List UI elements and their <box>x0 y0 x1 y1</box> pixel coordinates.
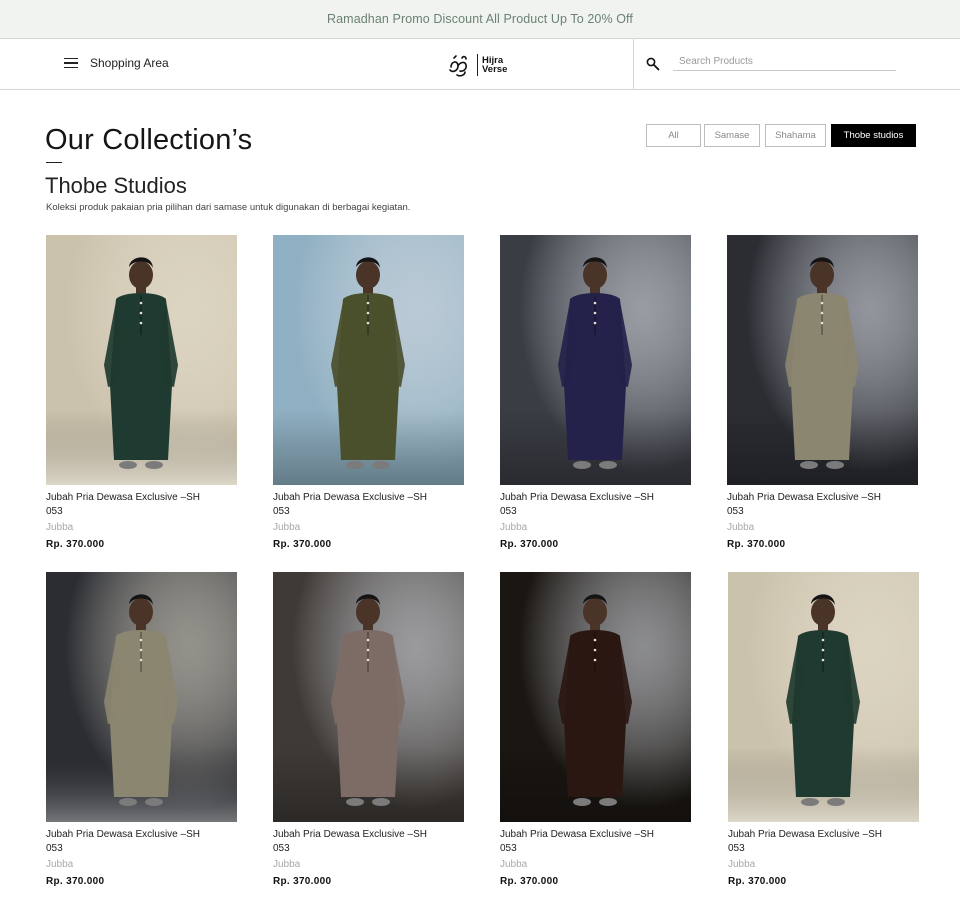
shopping-area-link[interactable]: Shopping Area <box>90 56 169 70</box>
product-photo <box>728 572 919 822</box>
product-photo <box>273 235 464 485</box>
product-photo <box>500 235 691 485</box>
title-underline <box>46 162 62 163</box>
product-image[interactable] <box>500 235 691 485</box>
product-category: Jubba <box>273 859 301 870</box>
product-card[interactable]: Jubah Pria Dewasa Exclusive –SH 053 Jubb… <box>46 572 238 889</box>
product-price: Rp. 370.000 <box>728 876 787 887</box>
product-photo <box>273 572 464 822</box>
product-category: Jubba <box>500 859 528 870</box>
collection-description: Koleksi produk pakaian pria pilihan dari… <box>46 202 411 213</box>
product-image[interactable] <box>46 235 237 485</box>
product-price: Rp. 370.000 <box>500 876 559 887</box>
product-image[interactable] <box>500 572 691 822</box>
collection-subtitle: Thobe Studios <box>45 173 187 198</box>
product-category: Jubba <box>727 522 755 533</box>
product-category: Jubba <box>46 859 74 870</box>
search-icon[interactable] <box>646 57 660 71</box>
product-card[interactable]: Jubah Pria Dewasa Exclusive –SH 053 Jubb… <box>46 235 238 552</box>
product-name[interactable]: Jubah Pria Dewasa Exclusive –SH 053 <box>46 828 238 856</box>
product-price: Rp. 370.000 <box>727 539 786 550</box>
product-image[interactable] <box>728 572 919 822</box>
product-image[interactable] <box>727 235 918 485</box>
product-category: Jubba <box>500 522 528 533</box>
product-card[interactable]: Jubah Pria Dewasa Exclusive –SH 053 Jubb… <box>728 572 920 889</box>
product-photo <box>727 235 918 485</box>
promo-banner: Ramadhan Promo Discount All Product Up T… <box>0 0 960 39</box>
product-price: Rp. 370.000 <box>273 876 332 887</box>
product-price: Rp. 370.000 <box>46 876 105 887</box>
promo-text: Ramadhan Promo Discount All Product Up T… <box>327 12 633 26</box>
product-category: Jubba <box>273 522 301 533</box>
logo-line-2: Verse <box>482 64 508 75</box>
product-name[interactable]: Jubah Pria Dewasa Exclusive –SH 053 <box>273 491 465 519</box>
header-divider <box>633 39 634 89</box>
product-image[interactable] <box>273 235 464 485</box>
product-category: Jubba <box>728 859 756 870</box>
product-name[interactable]: Jubah Pria Dewasa Exclusive –SH 053 <box>500 491 692 519</box>
product-card[interactable]: Jubah Pria Dewasa Exclusive –SH 053 Jubb… <box>273 572 465 889</box>
product-name[interactable]: Jubah Pria Dewasa Exclusive –SH 053 <box>728 828 920 856</box>
product-image[interactable] <box>273 572 464 822</box>
hamburger-menu-icon[interactable] <box>64 58 78 68</box>
product-image[interactable] <box>46 572 237 822</box>
product-name[interactable]: Jubah Pria Dewasa Exclusive –SH 053 <box>500 828 692 856</box>
product-price: Rp. 370.000 <box>46 539 105 550</box>
product-photo <box>46 235 237 485</box>
logo-divider <box>477 54 478 76</box>
product-card[interactable]: Jubah Pria Dewasa Exclusive –SH 053 Jubb… <box>727 235 919 552</box>
product-photo <box>500 572 691 822</box>
product-name[interactable]: Jubah Pria Dewasa Exclusive –SH 053 <box>46 491 238 519</box>
product-category: Jubba <box>46 522 74 533</box>
page-title: Our Collection’s <box>45 124 253 156</box>
site-header: Shopping Area Hijra Verse <box>0 39 960 90</box>
logo-wordmark: Hijra Verse <box>482 55 508 75</box>
product-card[interactable]: Jubah Pria Dewasa Exclusive –SH 053 Jubb… <box>273 235 465 552</box>
product-card[interactable]: Jubah Pria Dewasa Exclusive –SH 053 Jubb… <box>500 572 692 889</box>
product-name[interactable]: Jubah Pria Dewasa Exclusive –SH 053 <box>273 828 465 856</box>
product-card[interactable]: Jubah Pria Dewasa Exclusive –SH 053 Jubb… <box>500 235 692 552</box>
search-input[interactable] <box>673 52 896 71</box>
product-price: Rp. 370.000 <box>500 539 559 550</box>
product-price: Rp. 370.000 <box>273 539 332 550</box>
logo-calligraphy-icon <box>449 55 467 77</box>
hijra-verse-logo[interactable]: Hijra Verse <box>446 51 507 79</box>
filter-shahama[interactable]: Shahama <box>765 124 826 147</box>
filter-samase[interactable]: Samase <box>704 124 760 147</box>
filter-thobe-studios[interactable]: Thobe studios <box>831 124 916 147</box>
product-photo <box>46 572 237 822</box>
product-name[interactable]: Jubah Pria Dewasa Exclusive –SH 053 <box>727 491 919 519</box>
filter-all[interactable]: All <box>646 124 701 147</box>
